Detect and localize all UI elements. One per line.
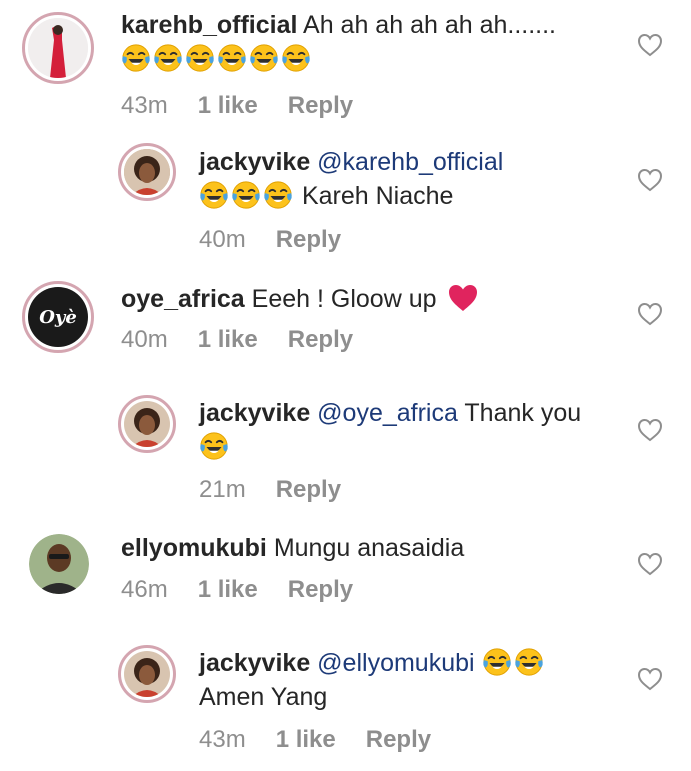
username[interactable]: jackyvike (199, 399, 310, 427)
comment-meta: 21m Reply (199, 476, 371, 504)
comment-meta: 40m Reply (199, 226, 371, 254)
comment-text: Mungu anasaidia (273, 534, 465, 562)
mention-link[interactable]: @oye_africa (317, 399, 458, 427)
like-count[interactable]: 1 like (198, 92, 258, 119)
heart-outline-icon[interactable] (637, 552, 663, 576)
profile-photo-icon (29, 534, 89, 594)
username[interactable]: ellyomukubi (121, 534, 267, 562)
username[interactable]: jackyvike (199, 649, 310, 677)
comment-text: Kareh Niache (301, 182, 454, 210)
face-with-tears-of-joy-icon (217, 43, 247, 73)
heart-outline-icon[interactable] (637, 302, 663, 326)
timestamp: 43m (199, 726, 246, 753)
mention-link[interactable]: @karehb_official (317, 148, 503, 176)
avatar[interactable] (118, 395, 176, 453)
face-with-tears-of-joy-icon (231, 180, 261, 210)
comment-meta: 40m 1 like Reply (121, 326, 383, 354)
profile-photo-icon (124, 651, 170, 697)
timestamp: 21m (199, 476, 246, 503)
comment-body: jackyvike @ellyomukubi Amen Yang (199, 646, 619, 714)
like-count[interactable]: 1 like (198, 326, 258, 353)
reply-button[interactable]: Reply (288, 92, 353, 119)
reply-button[interactable]: Reply (288, 326, 353, 353)
avatar[interactable] (118, 143, 176, 201)
reply-button[interactable]: Reply (366, 726, 431, 753)
reply-button[interactable]: Reply (288, 576, 353, 603)
face-with-tears-of-joy-icon (482, 647, 512, 677)
red-heart-icon (449, 285, 478, 311)
comment-text: Thank you (464, 399, 582, 427)
username[interactable]: jackyvike (199, 148, 310, 176)
profile-photo-icon (124, 401, 170, 447)
avatar[interactable] (118, 645, 176, 703)
avatar[interactable]: Oyè (22, 281, 94, 353)
face-with-tears-of-joy-icon (281, 43, 311, 73)
timestamp: 43m (121, 92, 168, 119)
laugh-emoji-group (121, 42, 313, 76)
timestamp: 40m (121, 326, 168, 353)
heart-outline-icon[interactable] (637, 168, 663, 192)
face-with-tears-of-joy-icon (199, 431, 229, 461)
avatar[interactable] (22, 12, 94, 84)
like-count[interactable]: 1 like (276, 726, 336, 753)
username[interactable]: karehb_official (121, 11, 297, 39)
brand-logo-text: Oyè (39, 306, 77, 328)
heart-outline-icon[interactable] (637, 418, 663, 442)
face-with-tears-of-joy-icon (199, 180, 229, 210)
comment-text: Eeeh ! Gloow up (251, 285, 437, 313)
username[interactable]: oye_africa (121, 285, 245, 313)
face-with-tears-of-joy-icon (263, 180, 293, 210)
comment-text: Amen Yang (199, 683, 328, 711)
face-with-tears-of-joy-icon (185, 43, 215, 73)
profile-photo-icon (28, 18, 88, 78)
avatar[interactable] (29, 534, 89, 594)
like-count[interactable]: 1 like (198, 576, 258, 603)
reply-button[interactable]: Reply (276, 226, 341, 253)
comment-body: jackyvike @oye_africa Thank you (199, 396, 619, 464)
face-with-tears-of-joy-icon (153, 43, 183, 73)
profile-photo-icon (124, 149, 170, 195)
heart-outline-icon[interactable] (637, 33, 663, 57)
timestamp: 40m (199, 226, 246, 253)
comment-meta: 46m 1 like Reply (121, 576, 383, 604)
reply-button[interactable]: Reply (276, 476, 341, 503)
face-with-tears-of-joy-icon (121, 43, 151, 73)
comment-body: karehb_official Ah ah ah ah ah ah....... (121, 8, 621, 76)
timestamp: 46m (121, 576, 168, 603)
face-with-tears-of-joy-icon (249, 43, 279, 73)
comment-meta: 43m 1 like Reply (121, 92, 383, 120)
face-with-tears-of-joy-icon (514, 647, 544, 677)
comment-body: oye_africa Eeeh ! Gloow up (121, 282, 621, 316)
comment-meta: 43m 1 like Reply (199, 726, 461, 754)
comment-body: ellyomukubi Mungu anasaidia (121, 531, 621, 565)
heart-outline-icon[interactable] (637, 667, 663, 691)
comment-text: Ah ah ah ah ah ah....... (303, 11, 556, 39)
mention-link[interactable]: @ellyomukubi (317, 649, 474, 677)
comment-body: jackyvike @karehb_official Kareh Niache (199, 145, 619, 213)
